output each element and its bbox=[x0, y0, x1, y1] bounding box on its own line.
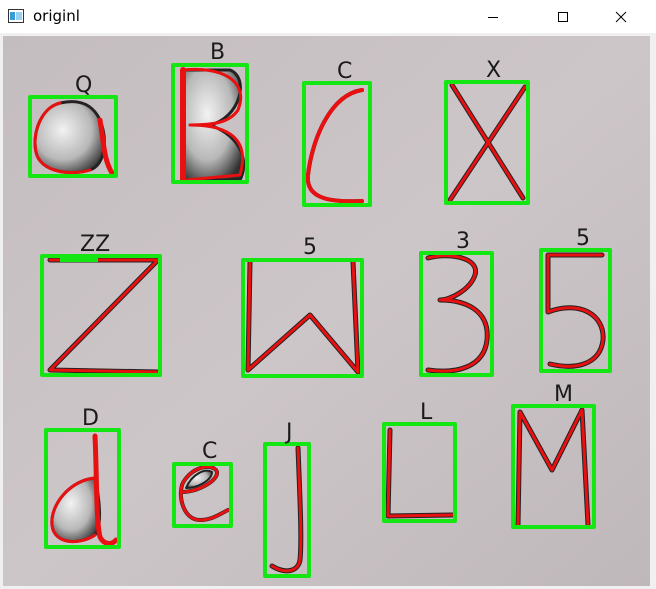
detection-label: ZZ bbox=[80, 232, 110, 257]
title-bar[interactable]: originl bbox=[0, 0, 656, 33]
detection-label: C bbox=[337, 59, 352, 84]
detection-label: 5 bbox=[576, 226, 590, 251]
opencv-window-icon bbox=[8, 9, 24, 23]
detection-label: J bbox=[284, 420, 293, 445]
detection-label: X bbox=[486, 58, 501, 83]
detection-label: M bbox=[554, 382, 573, 407]
minimize-button[interactable] bbox=[470, 0, 516, 33]
detection-label: 5 bbox=[303, 235, 317, 260]
detection-image: Q B C X ZZ 5 3 5 D C J L M bbox=[3, 36, 650, 586]
close-icon bbox=[615, 11, 627, 22]
image-canvas: Q B C X ZZ 5 3 5 D C J L M bbox=[0, 33, 656, 589]
minimize-icon bbox=[488, 16, 498, 18]
detection-label: B bbox=[210, 40, 225, 65]
detection-label: C bbox=[202, 439, 217, 464]
maximize-icon bbox=[558, 11, 568, 22]
detection-label: Q bbox=[75, 73, 92, 98]
detection-label: 3 bbox=[456, 229, 470, 254]
window-title: originl bbox=[33, 7, 80, 25]
close-button[interactable] bbox=[598, 0, 644, 33]
detection-label: L bbox=[420, 400, 433, 425]
maximize-button[interactable] bbox=[540, 0, 586, 33]
detection-label: D bbox=[82, 406, 99, 431]
